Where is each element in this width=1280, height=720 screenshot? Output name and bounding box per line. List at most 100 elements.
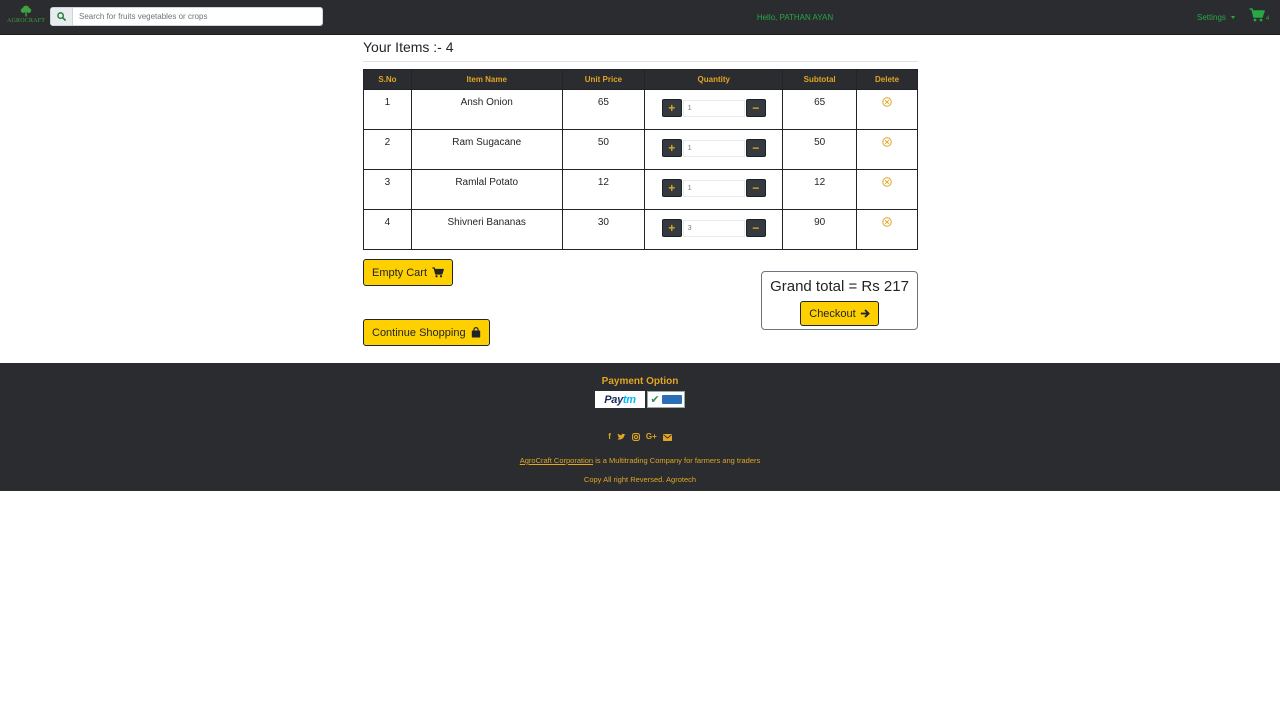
settings-label: Settings — [1197, 13, 1226, 22]
divider — [363, 61, 918, 62]
cell-delete — [856, 209, 918, 250]
decrease-quantity-button[interactable]: − — [745, 219, 766, 237]
user-greeting: Hello, PATHAN AYAN — [756, 13, 834, 22]
cell-sno: 4 — [363, 209, 412, 250]
shopping-cart-icon — [432, 267, 444, 278]
cell-subtotal: 50 — [782, 129, 858, 170]
google-plus-icon[interactable]: G+ — [646, 433, 657, 441]
decrease-quantity-button[interactable]: − — [745, 99, 766, 117]
table-row: 4 Shivneri Bananas 30 + 3 − 90 — [363, 209, 918, 250]
chevron-down-icon — [1230, 16, 1235, 19]
footer: Payment Option Pay tm ✔ f G+ AgroCraft Co… — [0, 363, 1280, 491]
column-header-sno: S.No — [363, 69, 412, 90]
continue-shopping-button[interactable]: Continue Shopping — [363, 319, 490, 346]
cell-sno: 3 — [363, 169, 412, 210]
plus-icon: + — [668, 181, 676, 195]
delete-item-button[interactable] — [882, 137, 892, 147]
increase-quantity-button[interactable]: + — [661, 99, 682, 117]
quantity-stepper: + 1 − — [645, 139, 782, 157]
cell-sno: 2 — [363, 129, 412, 170]
plus-icon: + — [668, 101, 676, 115]
cell-delete — [856, 129, 918, 170]
quantity-input[interactable]: 1 — [682, 179, 745, 197]
shopping-cart-icon — [1249, 8, 1265, 22]
ccavenue-badge — [661, 395, 682, 404]
check-icon: ✔ — [650, 394, 660, 406]
cell-quantity: + 1 − — [644, 169, 784, 210]
cell-quantity: + 1 − — [644, 129, 784, 170]
decrease-quantity-button[interactable]: − — [745, 139, 766, 157]
cell-delete — [856, 89, 918, 130]
minus-icon: − — [752, 101, 760, 115]
twitter-icon[interactable] — [617, 433, 626, 441]
minus-icon: − — [752, 181, 760, 195]
plus-icon: + — [668, 221, 676, 235]
table-row: 3 Ramlal Potato 12 + 1 − 12 — [363, 169, 918, 210]
empty-cart-label: Empty Cart — [372, 266, 428, 279]
social-links: f G+ — [0, 432, 1280, 442]
items-count-title: Your Items :- 4 — [363, 39, 454, 55]
facebook-icon[interactable]: f — [608, 433, 611, 441]
cell-delete — [856, 169, 918, 210]
delete-item-button[interactable] — [882, 217, 892, 227]
increase-quantity-button[interactable]: + — [661, 179, 682, 197]
minus-icon: − — [752, 141, 760, 155]
cell-item-name: Ramlal Potato — [410, 169, 563, 210]
column-header-item-name: Item Name — [410, 69, 563, 90]
cell-sno: 1 — [363, 89, 412, 130]
shopping-bag-icon — [471, 327, 480, 338]
delete-item-button[interactable] — [882, 97, 892, 107]
delete-item-button[interactable] — [882, 177, 892, 187]
increase-quantity-button[interactable]: + — [661, 139, 682, 157]
cart-link[interactable]: 4 — [1249, 8, 1269, 22]
continue-shopping-label: Continue Shopping — [372, 326, 466, 339]
cell-unit-price: 30 — [561, 209, 646, 250]
cell-unit-price: 65 — [561, 89, 646, 130]
cell-subtotal: 90 — [782, 209, 858, 250]
cart-count-badge: 4 — [1266, 16, 1270, 22]
column-header-delete: Delete — [856, 69, 918, 90]
empty-cart-button[interactable]: Empty Cart — [363, 259, 454, 286]
grand-total-text: Grand total = Rs 217 — [770, 278, 909, 295]
cell-item-name: Ram Sugacane — [410, 129, 563, 170]
table-row: 2 Ram Sugacane 50 + 1 − 50 — [363, 129, 918, 170]
cell-unit-price: 12 — [561, 169, 646, 210]
quantity-input[interactable]: 3 — [682, 219, 745, 237]
column-header-unit-price: Unit Price — [561, 69, 646, 90]
payment-option-title: Payment Option — [601, 376, 679, 387]
cell-item-name: Ansh Onion — [410, 89, 563, 130]
quantity-stepper: + 1 − — [645, 179, 782, 197]
cart-table: S.No Item Name Unit Price Quantity Subto… — [363, 69, 918, 250]
payment-logos: Pay tm ✔ — [0, 391, 1280, 408]
cell-quantity: + 3 − — [644, 209, 784, 250]
paytm-logo: Pay tm — [595, 391, 645, 408]
settings-dropdown[interactable]: Settings — [1197, 13, 1235, 22]
checkout-label: Checkout — [809, 307, 856, 320]
quantity-stepper: + 1 − — [645, 99, 782, 117]
navbar: AGROCRAFT Hello, PATHAN AYAN Settings 4 — [0, 0, 1280, 35]
quantity-stepper: + 3 − — [645, 219, 782, 237]
envelope-icon[interactable] — [662, 433, 672, 441]
table-header-row: S.No Item Name Unit Price Quantity Subto… — [363, 69, 918, 90]
copyright-text: Copy All right Reversed. Agrotech — [583, 475, 697, 484]
company-info: AgroCraft Corporation is a Multitrading … — [0, 456, 1280, 465]
checkout-button[interactable]: Checkout — [800, 301, 879, 326]
decrease-quantity-button[interactable]: − — [745, 179, 766, 197]
cell-unit-price: 50 — [561, 129, 646, 170]
paytm-logo-part-b: tm — [622, 393, 636, 406]
plus-icon: + — [668, 141, 676, 155]
increase-quantity-button[interactable]: + — [661, 219, 682, 237]
column-header-subtotal: Subtotal — [782, 69, 858, 90]
cell-subtotal: 12 — [782, 169, 858, 210]
quantity-input[interactable]: 1 — [682, 99, 745, 117]
quantity-input[interactable]: 1 — [682, 139, 745, 157]
cell-quantity: + 1 − — [644, 89, 784, 130]
ccavenue-logo: ✔ — [647, 391, 685, 408]
instagram-icon[interactable] — [631, 433, 640, 441]
table-row: 1 Ansh Onion 65 + 1 − 65 — [363, 89, 918, 130]
cell-subtotal: 65 — [782, 89, 858, 130]
paytm-logo-part-a: Pay — [604, 393, 623, 406]
company-tagline: is a Multitrading Company for farmers an… — [593, 456, 761, 465]
cell-item-name: Shivneri Bananas — [410, 209, 563, 250]
company-link[interactable]: AgroCraft Corporation — [520, 456, 593, 465]
